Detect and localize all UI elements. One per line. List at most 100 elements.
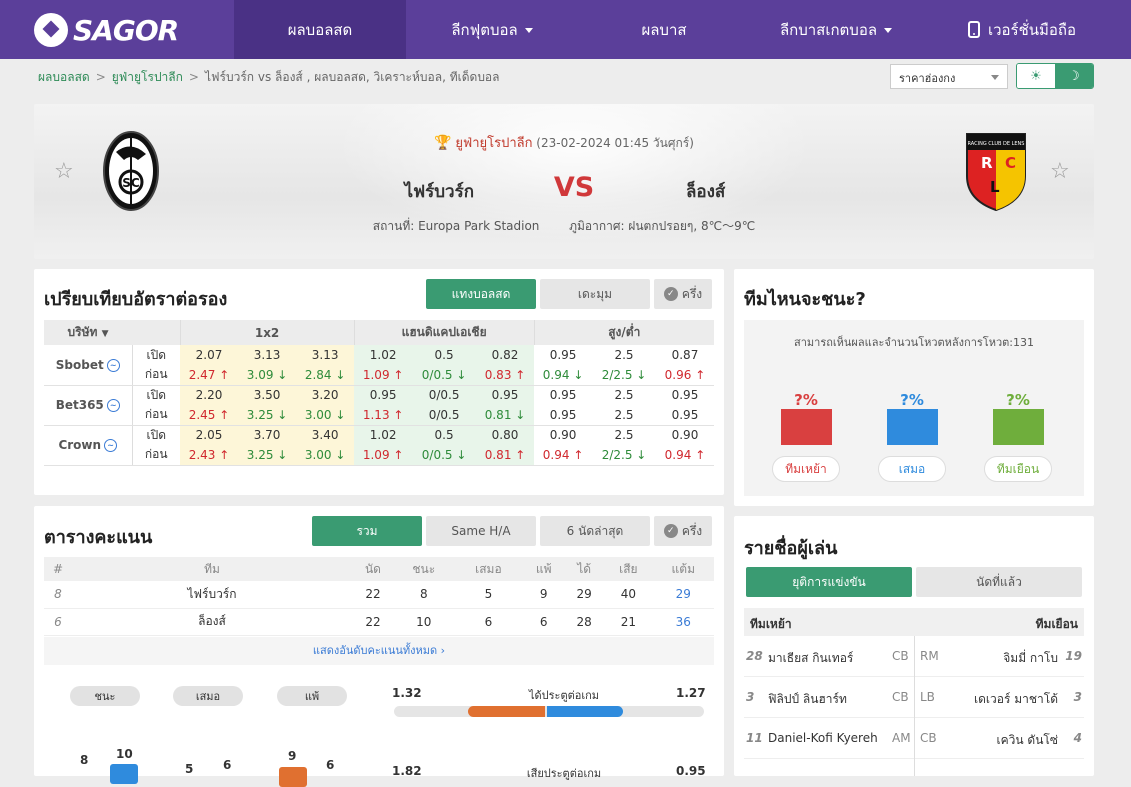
odds-cell: 0.96 bbox=[655, 365, 714, 386]
odds-row[interactable]: Crown ~ เปิด 2.05 3.70 3.40 1.02 0.5 0.80 0.90 2.5… bbox=[44, 425, 714, 466]
nav-item-basketball-leagues[interactable]: ลีกบาสเกตบอล bbox=[750, 0, 922, 59]
trend-chart-icon[interactable]: ~ bbox=[106, 358, 120, 372]
company-cell[interactable]: Crown ~ bbox=[44, 425, 133, 466]
away-team-crest[interactable]: RACING CLUB DE LENS R C L bbox=[965, 132, 1027, 212]
caret-down-icon bbox=[884, 28, 893, 33]
soccer-ball-icon bbox=[34, 13, 68, 47]
away-position: CB bbox=[920, 731, 937, 745]
tab-last-match[interactable]: นัดที่แล้ว bbox=[916, 567, 1082, 597]
col-rank: # bbox=[44, 557, 72, 581]
odds-cell: 3.25 bbox=[238, 405, 297, 426]
opening-label: เปิด bbox=[146, 427, 166, 442]
played-cell: 22 bbox=[352, 608, 394, 636]
away-player-name: เดเวอร์ มาชาโด้ bbox=[974, 692, 1058, 706]
dark-mode-icon[interactable]: ☽ bbox=[1055, 64, 1093, 88]
odds-cell: 0.94 bbox=[534, 445, 593, 466]
odds-cell: 2.45 bbox=[180, 405, 239, 426]
losses-cell: 9 bbox=[523, 581, 565, 609]
odds-cell: 0.83 bbox=[476, 365, 535, 386]
away-number: 3 bbox=[1073, 690, 1082, 704]
draw-vote-pct: ?% bbox=[900, 391, 924, 409]
trend-chart-icon[interactable]: ~ bbox=[104, 439, 118, 452]
svg-text:R: R bbox=[981, 154, 993, 172]
pre-match-label: ก่อน bbox=[132, 405, 180, 426]
away-team-name[interactable]: ล็องส์ bbox=[686, 178, 826, 205]
goals-conceded-away: 0.95 bbox=[676, 764, 706, 778]
tab-last-6[interactable]: 6 นัดล่าสุด bbox=[540, 516, 650, 546]
odds-cell: 3.13 bbox=[238, 345, 297, 365]
table-row[interactable]: 8 ไฟร์บวร์ก 22 8 5 9 29 40 29 bbox=[44, 581, 714, 609]
odds-row[interactable]: ก่อน2.453.253.001.130/0.50.810.952.50.95 bbox=[44, 405, 714, 426]
mobile-phone-icon bbox=[967, 21, 980, 38]
match-league-link[interactable]: ยูฟ่ายูโรปาลีก bbox=[455, 136, 532, 151]
legend-draw: เสมอ bbox=[173, 686, 243, 706]
nav-item-mobile-version[interactable]: เวอร์ชั่นมือถือ bbox=[922, 0, 1122, 59]
tab-same-ha[interactable]: Same H/A bbox=[426, 516, 536, 546]
odds-row[interactable]: ก่อน2.433.253.001.090/0.50.810.942/2.50.… bbox=[44, 445, 714, 466]
sort-down-icon: ▼ bbox=[101, 329, 109, 339]
vote-away-button[interactable]: ทีมเยือน bbox=[984, 456, 1052, 482]
tab-overall[interactable]: รวม bbox=[312, 516, 422, 546]
standings-half-toggle[interactable]: ✓ ครึ่ง bbox=[654, 516, 712, 546]
away-crest-text: RACING CLUB DE LENS bbox=[968, 141, 1025, 147]
half-toggle[interactable]: ✓ ครึ่ง bbox=[654, 279, 712, 309]
show-all-standings-link[interactable]: แสดงอันดับคะแนนทั้งหมด › bbox=[44, 637, 714, 665]
odds-row[interactable]: Sbobet ~ เปิด 2.07 3.13 3.13 1.02 0.5 0.82 0.95 2.… bbox=[44, 345, 714, 386]
odds-row[interactable]: ก่อน2.473.092.841.090/0.50.830.942/2.50.… bbox=[44, 365, 714, 386]
odds-cell: 3.00 bbox=[296, 405, 355, 426]
prediction-title: ทีมไหนจะชนะ? bbox=[744, 289, 866, 310]
away-player-name: จิมมี่ กาโบ bbox=[1003, 651, 1058, 665]
trend-chart-icon[interactable]: ~ bbox=[106, 399, 120, 412]
players-header: ทีมเหย้า ทีมเยือน bbox=[744, 608, 1084, 636]
odds-cell: 0.94 bbox=[655, 445, 714, 466]
home-position: CB bbox=[892, 690, 909, 704]
away-player-name: เควิน ดันโซ่ bbox=[996, 733, 1058, 747]
nav-item-label: ลีกบาสเกตบอล bbox=[779, 20, 878, 39]
tab-match-ended[interactable]: ยุติการแข่งขัน bbox=[746, 567, 912, 597]
favorite-home-star-icon[interactable]: ☆ bbox=[54, 159, 74, 184]
legend-loss: แพ้ bbox=[277, 686, 347, 706]
svg-text:SC: SC bbox=[122, 176, 140, 190]
col-team: ทีม bbox=[72, 557, 352, 581]
pre-match-label: ก่อน bbox=[132, 445, 180, 466]
goals-scored-label: ได้ประตูต่อเกม bbox=[528, 689, 600, 702]
vote-box: สามารถเห็นผลและจำนวนโหวตหลังการโหวต:131 … bbox=[744, 320, 1084, 496]
wins-cell: 10 bbox=[393, 608, 454, 636]
match-league-line: 🏆 ยูฟ่ายูโรปาลีก (23-02-2024 01:45 วันศุ… bbox=[34, 132, 1094, 153]
points-cell: 36 bbox=[652, 608, 714, 636]
nav-item-live-scores[interactable]: ผลบอลสด bbox=[234, 0, 406, 59]
vote-home-button[interactable]: ทีมเหย้า bbox=[772, 456, 840, 482]
ga-cell: 21 bbox=[604, 608, 653, 636]
pre-match-label: ก่อน bbox=[132, 365, 180, 386]
odds-cell: 3.25 bbox=[238, 445, 297, 466]
nav-item-football-leagues[interactable]: ลีกฟุตบอล bbox=[406, 0, 578, 59]
odds-row[interactable]: Bet365 ~ เปิด 2.20 3.50 3.20 0.95 0/0.5 0.95 0.95… bbox=[44, 385, 714, 426]
col-played: นัด bbox=[352, 557, 394, 581]
odds-cell: 1.13 bbox=[354, 405, 413, 426]
draw-vote-bar bbox=[887, 409, 938, 445]
odds-cell: 0.90 bbox=[549, 428, 577, 443]
tab-corners[interactable]: เดะมุม bbox=[540, 279, 650, 309]
vote-draw-button[interactable]: เสมอ bbox=[878, 456, 946, 482]
half-label: ครึ่ง bbox=[681, 286, 703, 301]
breadcrumb-home-link[interactable]: ผลบอลสด bbox=[38, 68, 90, 87]
home-player-name: มาเธียส กินเทอร์ bbox=[768, 651, 854, 665]
site-logo[interactable]: SAGOR bbox=[34, 10, 179, 50]
company-cell[interactable]: Sbobet ~ bbox=[44, 345, 133, 386]
tab-live-odds[interactable]: แทงบอลสด bbox=[426, 279, 536, 309]
col-wins: ชนะ bbox=[393, 557, 454, 581]
table-row[interactable]: 6 ล็องส์ 22 10 6 6 28 21 36 bbox=[44, 608, 714, 636]
away-position: RM bbox=[920, 649, 939, 663]
goals-scored-home: 1.32 bbox=[392, 686, 422, 700]
theme-toggle[interactable]: ☀ ☽ bbox=[1016, 63, 1094, 89]
vs-label: VS bbox=[553, 172, 595, 203]
breadcrumb-league-link[interactable]: ยูฟ่ายูโรปาลีก bbox=[112, 68, 183, 87]
company-cell[interactable]: Bet365 ~ bbox=[44, 385, 133, 426]
favorite-away-star-icon[interactable]: ☆ bbox=[1050, 159, 1070, 184]
nav-item-basketball-results[interactable]: ผลบาส bbox=[578, 0, 750, 59]
home-team-name[interactable]: ไฟร์บวร์ก bbox=[334, 178, 474, 205]
light-mode-icon[interactable]: ☀ bbox=[1017, 64, 1055, 88]
odds-type-select[interactable]: ราคาฮ่องกง bbox=[890, 64, 1008, 89]
odds-cell: 3.09 bbox=[238, 365, 297, 386]
col-company[interactable]: บริษัท ▼ bbox=[44, 320, 132, 345]
